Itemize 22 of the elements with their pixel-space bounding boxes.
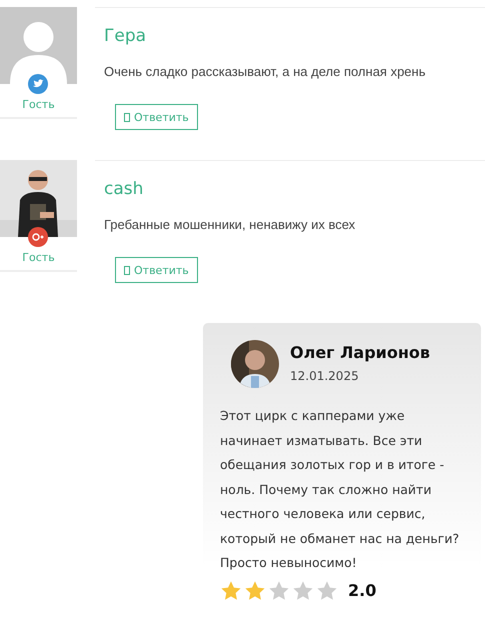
star-icon <box>244 580 266 602</box>
comment-text: Гребанные мошенники, ненавижу их всех <box>104 217 356 232</box>
star-icon <box>220 580 242 602</box>
review-date: 12.01.2025 <box>290 369 360 383</box>
rating-value: 2.0 <box>348 581 376 600</box>
commenter-name: Гера <box>104 26 146 46</box>
commenter-name: cash <box>104 179 144 199</box>
square-icon <box>124 112 130 122</box>
bird-icon[interactable] <box>28 74 48 94</box>
star-icon <box>316 580 338 602</box>
user-role: Гость <box>0 98 77 119</box>
reviewer-name: Олег Ларионов <box>290 343 430 362</box>
avatar-placeholder-icon <box>0 7 77 84</box>
star-icon <box>268 580 290 602</box>
star-icon <box>292 580 314 602</box>
review-text: Этот цирк с капперами уже начинает изматывать. Все эти обещания золотых гор и в итоге - ноль. Почему так сложно найти честного человека или сервис, который не обманет нас на деньги? Просто невыносимо! <box>220 407 460 572</box>
reply-button[interactable]: Ответить <box>115 104 198 130</box>
user-role: Гость <box>0 251 77 272</box>
square-icon <box>124 266 130 274</box>
reply-button[interactable]: Ответить <box>115 257 198 283</box>
google-plus-icon[interactable] <box>28 227 48 247</box>
comment-text: Очень сладко рассказывают, а на деле полная хрень <box>104 64 426 79</box>
